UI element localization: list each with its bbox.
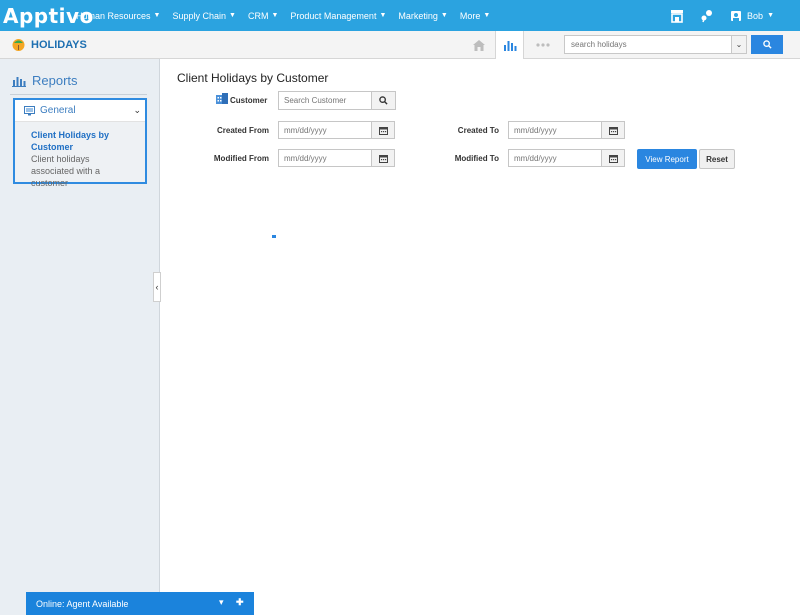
report-category-panel: General ⌄ Client Holidays by Customer Cl… (13, 98, 147, 188)
user-name: Bob (747, 10, 764, 21)
store-icon[interactable] (670, 9, 684, 23)
menu-human-resources[interactable]: Human Resources ▼ (76, 11, 160, 21)
caret-down-icon: ▼ (767, 12, 774, 19)
user-avatar-icon (731, 10, 742, 21)
caret-down-icon: ▼ (229, 12, 236, 19)
search-input[interactable] (564, 35, 747, 54)
search-icon (762, 40, 772, 49)
reset-button[interactable]: Reset (699, 149, 735, 169)
reports-icon (12, 76, 26, 87)
menu-crm[interactable]: CRM ▼ (248, 11, 278, 21)
chevron-left-icon: ‹ (155, 282, 159, 292)
chat-status-text: Online: Agent Available (36, 598, 129, 609)
collapse-sidebar-button[interactable]: ‹ (153, 272, 161, 302)
menu-marketing[interactable]: Marketing ▼ (398, 11, 447, 21)
caret-down-icon: ▼ (379, 12, 387, 19)
created-from-label: Created From (216, 126, 269, 135)
reports-button[interactable] (495, 31, 524, 59)
divider (10, 94, 147, 95)
search-button[interactable] (751, 35, 783, 54)
chat-status-bar[interactable]: Online: Agent Available ▾ ✚ (26, 592, 254, 615)
search-icon (379, 96, 388, 105)
menu-supply-chain[interactable]: Supply Chain ▼ (172, 11, 235, 21)
home-button[interactable] (466, 31, 492, 59)
chevron-down-icon: ⌄ (735, 40, 743, 49)
modified-from-label: Modified From (213, 154, 269, 163)
loading-indicator (272, 235, 276, 238)
modified-from-input[interactable] (278, 149, 372, 167)
created-to-calendar-button[interactable] (601, 121, 625, 139)
sidebar-title: Reports (12, 73, 78, 88)
report-link-client-holidays[interactable]: Client Holidays by Customer (31, 129, 121, 153)
customer-search-input[interactable] (278, 91, 372, 110)
more-options-button[interactable] (530, 31, 556, 59)
report-description: Client holidays associated with a custom… (31, 154, 101, 188)
main-menu: Human Resources ▼ Supply Chain ▼ CRM ▼ Prod… (76, 0, 502, 31)
created-to-input[interactable] (508, 121, 602, 139)
calendar-icon (608, 126, 618, 135)
calendar-icon (608, 154, 618, 163)
menu-product-management[interactable]: Product Management ▼ (290, 11, 386, 21)
modified-to-label: Modified To (454, 154, 499, 163)
customer-icon (216, 93, 228, 104)
sidebar: Reports General ⌄ Client Holidays by Cus… (0, 59, 160, 615)
top-nav: Apptivo Human Resources ▼ Supply Chain ▼ C… (0, 0, 800, 31)
customer-label: Customer (230, 96, 268, 105)
customer-search-button[interactable] (371, 91, 396, 110)
menu-more[interactable]: More ▼ (460, 11, 490, 21)
calendar-icon (378, 126, 388, 135)
app-title[interactable]: HOLIDAYS (11, 37, 87, 52)
calendar-icon (378, 154, 388, 163)
home-icon (473, 39, 485, 51)
monitor-icon (24, 105, 35, 115)
plus-icon[interactable]: ✚ (236, 597, 244, 608)
created-from-input[interactable] (278, 121, 372, 139)
modified-to-calendar-button[interactable] (601, 149, 625, 167)
modified-from-calendar-button[interactable] (371, 149, 395, 167)
caret-down-icon: ▼ (271, 12, 279, 19)
page-title: Client Holidays by Customer (177, 71, 329, 85)
chevron-down-icon[interactable]: ▾ (219, 597, 224, 608)
app-header: HOLIDAYS ⌄ (0, 31, 800, 59)
caret-down-icon: ▼ (440, 12, 448, 19)
caret-down-icon: ▼ (483, 12, 491, 19)
chevron-down-icon: ⌄ (133, 105, 141, 115)
notifications-icon[interactable] (700, 9, 714, 23)
search-filter-dropdown[interactable]: ⌄ (731, 36, 746, 53)
modified-to-input[interactable] (508, 149, 602, 167)
category-general[interactable]: General ⌄ (15, 100, 145, 122)
user-menu[interactable]: Bob ▼ (730, 10, 774, 22)
holidays-app-icon (12, 39, 25, 51)
created-to-label: Created To (457, 126, 499, 135)
ellipsis-icon (536, 43, 550, 47)
created-from-calendar-button[interactable] (371, 121, 395, 139)
view-report-button[interactable]: View Report (637, 149, 697, 169)
bar-chart-icon (503, 41, 516, 51)
caret-down-icon: ▼ (153, 12, 161, 19)
